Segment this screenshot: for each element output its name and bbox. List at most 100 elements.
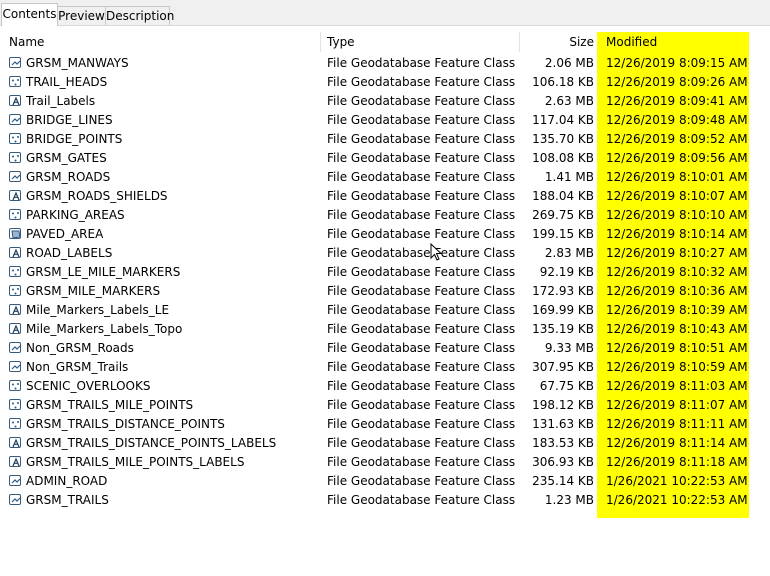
- point-feature-icon: [9, 418, 21, 429]
- point-feature-icon: [9, 76, 21, 87]
- item-name: GRSM_GATES: [26, 151, 107, 165]
- item-name: GRSM_TRAILS_DISTANCE_POINTS_LABELS: [26, 436, 277, 450]
- item-name: ROAD_LABELS: [26, 246, 113, 260]
- item-modified: 12/26/2019 8:10:14 AM: [606, 227, 748, 241]
- item-modified: 12/26/2019 8:10:43 AM: [606, 322, 748, 336]
- list-item[interactable]: PARKING_AREAS File Geodatabase Feature Cl…: [0, 206, 770, 225]
- item-name: Non_GRSM_Trails: [26, 360, 129, 374]
- item-name: Mile_Markers_Labels_Topo: [26, 322, 183, 336]
- list-item[interactable]: GRSM_TRAILS_MILE_POINTS File Geodatabase …: [0, 396, 770, 415]
- tab-description-label: Description: [106, 9, 175, 23]
- item-size: 188.04 KB: [532, 189, 594, 203]
- list-item[interactable]: PAVED_AREA File Geodatabase Feature Class…: [0, 225, 770, 244]
- annotation-feature-icon: [9, 190, 21, 201]
- list-item[interactable]: GRSM_TRAILS_MILE_POINTS_LABELS File Geoda…: [0, 453, 770, 472]
- list-item[interactable]: GRSM_ROADS_SHIELDS File Geodatabase Featu…: [0, 187, 770, 206]
- line-feature-icon: [9, 475, 21, 486]
- list-item[interactable]: TRAIL_HEADS File Geodatabase Feature Clas…: [0, 73, 770, 92]
- list-item[interactable]: GRSM_GATES File Geodatabase Feature Class…: [0, 149, 770, 168]
- annotation-feature-icon: [9, 304, 21, 315]
- list-item[interactable]: ADMIN_ROAD File Geodatabase Feature Class…: [0, 472, 770, 491]
- point-feature-icon: [9, 266, 21, 277]
- annotation-feature-icon: [9, 95, 21, 106]
- column-header-type[interactable]: Type: [327, 34, 355, 50]
- item-size: 1.23 MB: [544, 493, 594, 507]
- item-name: GRSM_MILE_MARKERS: [26, 284, 161, 298]
- item-modified: 12/26/2019 8:10:07 AM: [606, 189, 748, 203]
- item-modified: 12/26/2019 8:09:41 AM: [606, 94, 748, 108]
- item-size: 198.12 KB: [532, 398, 594, 412]
- list-item[interactable]: Non_GRSM_Roads File Geodatabase Feature C…: [0, 339, 770, 358]
- column-header-modified[interactable]: Modified: [606, 34, 657, 50]
- list-item[interactable]: GRSM_TRAILS_DISTANCE_POINTS_LABELS File G…: [0, 434, 770, 453]
- list-item[interactable]: GRSM_ROADS File Geodatabase Feature Class…: [0, 168, 770, 187]
- mouse-cursor-icon: [430, 243, 443, 261]
- list-item[interactable]: Mile_Markers_Labels_Topo File Geodatabase…: [0, 320, 770, 339]
- item-name: TRAIL_HEADS: [26, 75, 108, 89]
- item-modified: 12/26/2019 8:10:39 AM: [606, 303, 748, 317]
- list-item[interactable]: Trail_Labels File Geodatabase Feature Cla…: [0, 92, 770, 111]
- list-item[interactable]: GRSM_MILE_MARKERS File Geodatabase Featur…: [0, 282, 770, 301]
- point-feature-icon: [9, 399, 21, 410]
- list-item[interactable]: ROAD_LABELS File Geodatabase Feature Clas…: [0, 244, 770, 263]
- point-feature-icon: [9, 285, 21, 296]
- item-size: 2.63 MB: [544, 94, 594, 108]
- item-name: GRSM_TRAILS_MILE_POINTS: [26, 398, 194, 412]
- tab-contents-label: Contents: [2, 7, 57, 21]
- item-size: 306.93 KB: [532, 455, 594, 469]
- point-feature-icon: [9, 133, 21, 144]
- item-size: 135.70 KB: [532, 132, 594, 146]
- polygon-feature-icon: [9, 228, 21, 239]
- column-header-size[interactable]: Size: [454, 34, 594, 50]
- tab-preview[interactable]: Preview: [57, 6, 106, 25]
- item-name: BRIDGE_POINTS: [26, 132, 123, 146]
- list-item[interactable]: GRSM_TRAILS_DISTANCE_POINTS File Geodatab…: [0, 415, 770, 434]
- item-modified: 12/26/2019 8:11:14 AM: [606, 436, 748, 450]
- list-item[interactable]: Mile_Markers_Labels_LE File Geodatabase F…: [0, 301, 770, 320]
- list-item[interactable]: SCENIC_OVERLOOKS File Geodatabase Feature…: [0, 377, 770, 396]
- list-item[interactable]: GRSM_LE_MILE_MARKERS File Geodatabase Fea…: [0, 263, 770, 282]
- line-feature-icon: [9, 494, 21, 505]
- item-size: 92.19 KB: [539, 265, 594, 279]
- tab-description[interactable]: Description: [105, 6, 174, 25]
- item-name: GRSM_ROADS_SHIELDS: [26, 189, 168, 203]
- list-item[interactable]: Non_GRSM_Trails File Geodatabase Feature …: [0, 358, 770, 377]
- item-name: GRSM_TRAILS_MILE_POINTS_LABELS: [26, 455, 245, 469]
- item-modified: 12/26/2019 8:11:07 AM: [606, 398, 748, 412]
- item-size: 67.75 KB: [539, 379, 594, 393]
- item-size: 135.19 KB: [532, 322, 594, 336]
- item-size: 169.99 KB: [532, 303, 594, 317]
- item-modified: 1/26/2021 10:22:53 AM: [606, 493, 748, 507]
- tab-bar: Contents Preview Description: [0, 0, 770, 26]
- item-size: 2.06 MB: [544, 56, 594, 70]
- list-item[interactable]: GRSM_TRAILS File Geodatabase Feature Clas…: [0, 491, 770, 510]
- item-modified: 12/26/2019 8:10:27 AM: [606, 246, 748, 260]
- annotation-feature-icon: [9, 437, 21, 448]
- item-name: Trail_Labels: [26, 94, 96, 108]
- item-size: 172.93 KB: [532, 284, 594, 298]
- item-name: GRSM_TRAILS_DISTANCE_POINTS: [26, 417, 225, 431]
- list-item[interactable]: GRSM_MANWAYS File Geodatabase Feature Cla…: [0, 54, 770, 73]
- column-header-name[interactable]: Name: [9, 34, 44, 50]
- column-divider[interactable]: [320, 32, 321, 52]
- line-feature-icon: [9, 114, 21, 125]
- item-modified: 12/26/2019 8:10:32 AM: [606, 265, 748, 279]
- item-size: 117.04 KB: [532, 113, 594, 127]
- item-name: GRSM_LE_MILE_MARKERS: [26, 265, 181, 279]
- item-size: 1.41 MB: [544, 170, 594, 184]
- item-modified: 12/26/2019 8:09:26 AM: [606, 75, 748, 89]
- item-modified: 12/26/2019 8:11:11 AM: [606, 417, 748, 431]
- item-modified: 12/26/2019 8:09:56 AM: [606, 151, 748, 165]
- item-modified: 12/26/2019 8:11:18 AM: [606, 455, 748, 469]
- item-modified: 12/26/2019 8:09:48 AM: [606, 113, 748, 127]
- item-modified: 12/26/2019 8:09:15 AM: [606, 56, 748, 70]
- list-item[interactable]: BRIDGE_LINES File Geodatabase Feature Cla…: [0, 111, 770, 130]
- annotation-feature-icon: [9, 323, 21, 334]
- item-name: SCENIC_OVERLOOKS: [26, 379, 151, 393]
- item-size: 183.53 KB: [532, 436, 594, 450]
- line-feature-icon: [9, 171, 21, 182]
- tab-contents[interactable]: Contents: [1, 3, 58, 26]
- list-item[interactable]: BRIDGE_POINTS File Geodatabase Feature Cl…: [0, 130, 770, 149]
- item-name: PARKING_AREAS: [26, 208, 125, 222]
- item-name: Mile_Markers_Labels_LE: [26, 303, 170, 317]
